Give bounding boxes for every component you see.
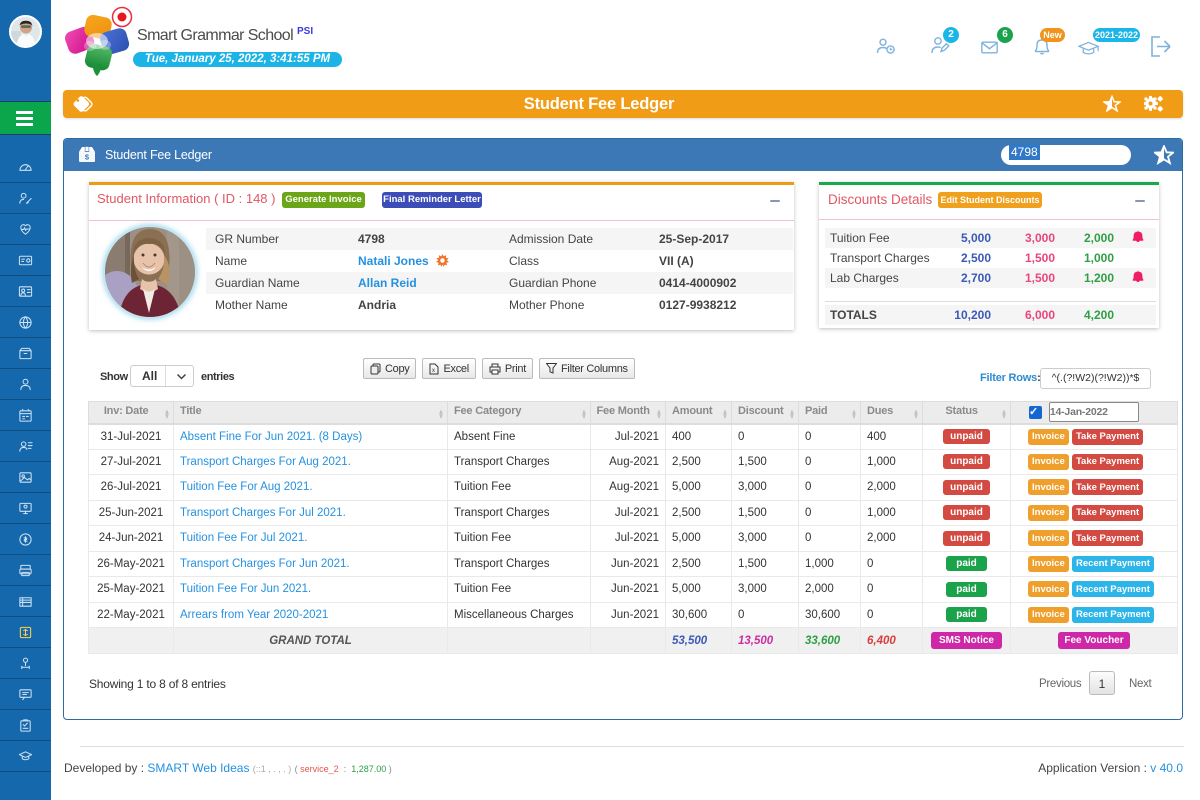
svg-text:x: x (432, 368, 435, 374)
